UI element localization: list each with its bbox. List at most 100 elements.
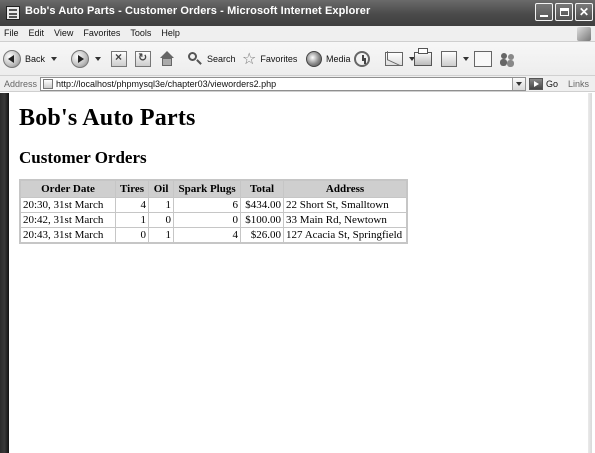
menu-view[interactable]: View [54,28,73,38]
header-order-date: Order Date [21,181,115,197]
close-button[interactable]: ✕ [575,3,593,21]
search-label: Search [207,54,236,64]
address-label: Address [4,79,38,89]
windows-logo-icon [577,27,591,41]
cell-order-date: 20:43, 31st March [21,228,115,242]
messenger-button[interactable] [499,50,517,68]
back-button[interactable]: Back [3,50,58,68]
address-url[interactable]: http://localhost/phpmysql3e/chapter03/vi… [56,79,276,89]
media-icon [306,51,322,67]
cell-address: 33 Main Rd, Newtown [284,213,407,227]
cell-tires: 4 [116,198,149,212]
menu-bar: File Edit View Favorites Tools Help [0,26,595,42]
ie-page-icon [6,6,20,20]
back-dropdown-icon[interactable] [51,57,58,61]
media-label: Media [326,54,351,64]
favorites-button[interactable]: ☆ Favorites [242,50,297,68]
forward-arrow-icon [71,50,89,68]
cell-total: $100.00 [241,213,284,227]
minimize-button[interactable] [535,3,553,21]
menu-items: File Edit View Favorites Tools Help [4,28,180,38]
history-button[interactable] [354,50,370,68]
table-header-row: Order Date Tires Oil Spark Plugs Total A… [21,181,407,197]
cell-total: $434.00 [241,198,284,212]
mail-button[interactable] [385,50,415,68]
table-row: 20:30, 31st March 4 1 6 $434.00 22 Short… [21,198,407,212]
table-row: 20:42, 31st March 1 0 0 $100.00 33 Main … [21,213,407,227]
address-input[interactable]: http://localhost/phpmysql3e/chapter03/vi… [40,77,526,91]
messenger-icon [499,51,517,67]
favorites-star-icon: ☆ [242,49,257,68]
edit-icon [441,51,457,67]
forward-dropdown-icon[interactable] [95,57,101,61]
stop-icon [111,50,127,67]
media-button[interactable]: Media [306,50,351,68]
table-row: 20:43, 31st March 0 1 4 $26.00 127 Acaci… [21,228,407,242]
window-title: Bob's Auto Parts - Customer Orders - Mic… [25,5,371,17]
home-button[interactable] [159,50,175,68]
title-bar: Bob's Auto Parts - Customer Orders - Mic… [0,0,595,26]
favorites-label: Favorites [260,54,298,64]
links-button[interactable]: Links [568,79,589,89]
header-total: Total [241,181,284,197]
cell-tires: 0 [116,228,149,242]
discuss-button[interactable] [474,50,492,68]
cell-spark-plugs: 4 [174,228,241,242]
go-button[interactable]: Go [529,77,558,91]
window-controls: ✕ [535,3,593,23]
maximize-icon [559,8,569,16]
page-content: Bob's Auto Parts Customer Orders Order D… [9,93,592,453]
cell-oil: 0 [149,213,174,227]
header-address: Address [284,181,407,197]
go-label: Go [546,79,559,89]
address-dropdown-icon[interactable] [512,78,525,90]
header-tires: Tires [116,181,149,197]
orders-table: Order Date Tires Oil Spark Plugs Total A… [19,179,409,244]
standard-toolbar: Back Search ☆ Favorites Media [0,42,595,76]
cell-address: 22 Short St, Smalltown [284,198,407,212]
mail-icon [385,52,403,66]
menu-help[interactable]: Help [161,28,180,38]
home-icon [159,51,175,67]
search-button[interactable]: Search [187,50,236,68]
cell-order-date: 20:30, 31st March [21,198,115,212]
print-button[interactable] [414,48,432,68]
back-arrow-icon [3,50,21,68]
refresh-icon [135,51,151,67]
discuss-icon [474,51,492,67]
cell-tires: 1 [116,213,149,227]
edit-button[interactable] [441,50,469,68]
menu-edit[interactable]: Edit [29,28,45,38]
refresh-button[interactable] [135,50,151,68]
cell-order-date: 20:42, 31st March [21,213,115,227]
back-label: Back [25,54,46,64]
page-heading: Bob's Auto Parts [19,105,196,131]
cell-total: $26.00 [241,228,284,242]
printer-icon [414,48,432,66]
header-spark-plugs: Spark Plugs [174,181,241,197]
menu-file[interactable]: File [4,28,19,38]
browser-window: Bob's Auto Parts - Customer Orders - Mic… [0,0,595,453]
cell-oil: 1 [149,198,174,212]
go-arrow-icon [529,78,543,90]
page-subheading: Customer Orders [19,148,147,167]
history-icon [354,51,370,67]
cell-spark-plugs: 6 [174,198,241,212]
header-oil: Oil [149,181,174,197]
menu-tools[interactable]: Tools [130,28,151,38]
close-icon: ✕ [578,5,590,19]
minimize-icon [540,15,548,17]
cell-address: 127 Acacia St, Springfield [284,228,407,242]
search-icon [187,51,203,67]
menu-favorites[interactable]: Favorites [83,28,120,38]
cell-oil: 1 [149,228,174,242]
cell-spark-plugs: 0 [174,213,241,227]
page-icon [43,79,53,89]
forward-button[interactable] [71,50,101,68]
address-bar: Address http://localhost/phpmysql3e/chap… [0,76,595,92]
maximize-button[interactable] [555,3,573,21]
edit-dropdown-icon[interactable] [463,57,469,61]
left-window-edge [0,93,9,453]
stop-button[interactable] [111,50,127,68]
vertical-scrollbar[interactable] [588,93,592,453]
